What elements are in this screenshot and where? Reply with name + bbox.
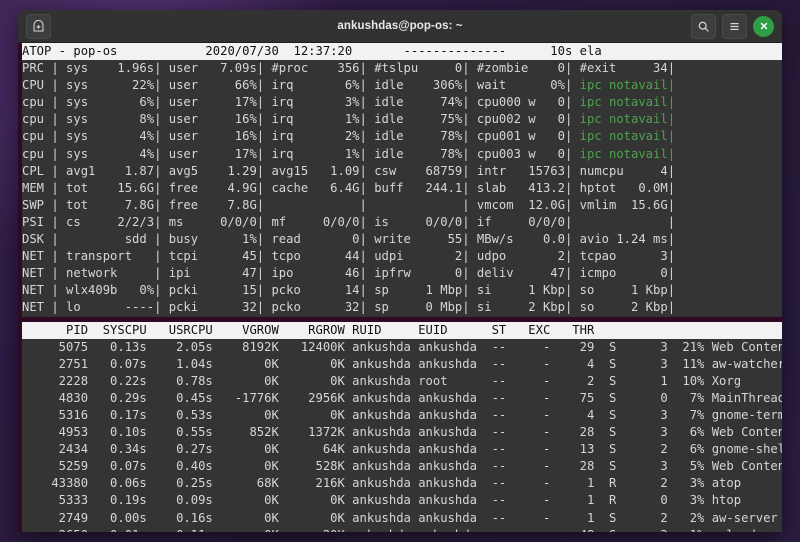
atop-header-line: ATOP - pop-os 2020/07/30 12:37:20 ------… <box>22 43 782 61</box>
terminal-text-area[interactable]: ATOP - pop-os 2020/07/30 12:37:20 ------… <box>18 43 782 532</box>
atop-system-block: PRC | sys 1.96s| user 7.09s| #proc 356| … <box>22 60 782 317</box>
table-row: 5259 0.07s 0.40s 0K 528K ankushda ankush… <box>22 459 782 474</box>
table-row: 4953 0.10s 0.55s 852K 1372K ankushda ank… <box>22 425 782 440</box>
atop-sys-row: cpu | sys 6%| user 17%| irq 3%| idle 74%… <box>22 95 676 110</box>
table-row: 2650 0.01s 0.11s 0K 20K ankushda ankushd… <box>22 527 782 532</box>
table-row: 5075 0.13s 2.05s 8192K 12400K ankushda a… <box>22 339 782 354</box>
atop-sys-row: PSI | cs 2/2/3| ms 0/0/0| mf 0/0/0| is 0… <box>22 214 676 229</box>
atop-sys-row: MEM | tot 15.6G| free 4.9G| cache 6.4G| … <box>22 180 676 195</box>
window-titlebar[interactable]: ankushdas@pop-os: ~ <box>18 10 782 43</box>
atop-sys-row: SWP | tot 7.8G| free 7.8G| | | vmcom 12.… <box>22 197 676 212</box>
atop-output: ATOP - pop-os 2020/07/30 12:37:20 ------… <box>22 43 782 532</box>
table-row: 43380 0.06s 0.25s 68K 216K ankushda anku… <box>22 476 742 491</box>
atop-sys-row: cpu | sys 4%| user 17%| irq 1%| idle 78%… <box>22 146 676 161</box>
terminal-content[interactable]: ATOP - pop-os 2020/07/30 12:37:20 ------… <box>18 43 782 532</box>
atop-sys-row: NET | transport | tcpi 45| tcpo 44| udpi… <box>22 249 676 264</box>
table-row: 5316 0.17s 0.53s 0K 0K ankushda ankushda… <box>22 407 782 422</box>
table-row: 5333 0.19s 0.09s 0K 0K ankushda ankushda… <box>22 493 742 508</box>
table-row: 2434 0.34s 0.27s 0K 64K ankushda ankushd… <box>22 442 782 457</box>
close-icon[interactable] <box>753 15 774 37</box>
atop-sys-row: NET | network | ipi 47| ipo 46| ipfrw 0|… <box>22 266 676 281</box>
table-row: 2228 0.22s 0.78s 0K 0K ankushda root -- … <box>22 373 742 388</box>
atop-sys-row: cpu | sys 8%| user 16%| irq 1%| idle 75%… <box>22 112 676 127</box>
table-row: 4830 0.29s 0.45s -1776K 2956K ankushda a… <box>22 390 782 405</box>
terminal-window: ankushdas@pop-os: ~ ATOP - pop-os 2020/0… <box>18 10 782 532</box>
atop-sys-row: NET | wlx409b 0%| pcki 15| pcko 14| sp 1… <box>22 283 676 298</box>
desktop-background: ankushdas@pop-os: ~ ATOP - pop-os 2020/0… <box>0 0 800 542</box>
search-icon[interactable] <box>691 13 716 39</box>
hamburger-menu-icon[interactable] <box>722 13 747 39</box>
titlebar-controls <box>691 13 774 39</box>
window-title: ankushdas@pop-os: ~ <box>337 20 463 32</box>
new-tab-icon[interactable] <box>26 13 51 39</box>
atop-sys-row: CPU | sys 22%| user 66%| irq 6%| idle 30… <box>22 78 676 93</box>
process-table-header: PID SYSCPU USRCPU VGROW RGROW RUID EUID … <box>22 321 782 339</box>
atop-sys-row: PRC | sys 1.96s| user 7.09s| #proc 356| … <box>22 61 676 76</box>
atop-sys-row: CPL | avg1 1.87| avg5 1.29| avg15 1.09| … <box>22 163 676 178</box>
atop-sys-row: cpu | sys 4%| user 16%| irq 2%| idle 78%… <box>22 129 676 144</box>
table-row: 2749 0.00s 0.16s 0K 0K ankushda ankushda… <box>22 510 778 525</box>
atop-sys-row: NET | lo ----| pcki 32| pcko 32| sp 0 Mb… <box>22 300 676 315</box>
process-table-body: 5075 0.13s 2.05s 8192K 12400K ankushda a… <box>22 338 782 532</box>
table-row: 2751 0.07s 1.04s 0K 0K ankushda ankushda… <box>22 356 782 371</box>
atop-sys-row: DSK | sdd | busy 1%| read 0| write 55| M… <box>22 232 676 247</box>
